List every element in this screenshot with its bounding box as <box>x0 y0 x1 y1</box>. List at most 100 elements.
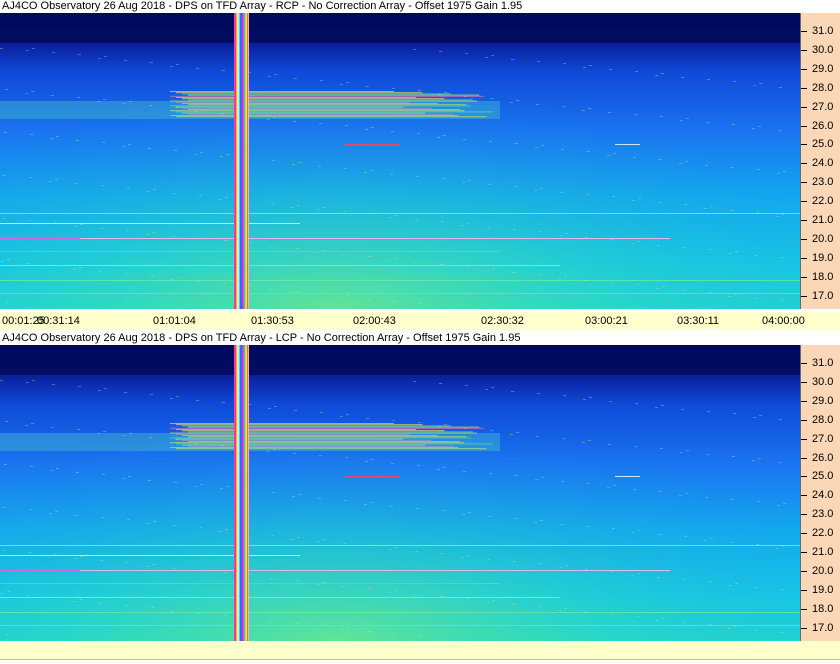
noise-speck <box>756 212 759 213</box>
noise-speck <box>197 613 200 614</box>
noise-speck <box>707 411 710 412</box>
noise-speck <box>344 500 347 501</box>
noise-speck <box>99 603 102 604</box>
noise-speck <box>613 153 616 154</box>
noise-speck <box>682 622 685 623</box>
noise-speck <box>485 389 488 390</box>
noise-speck <box>78 386 81 387</box>
noise-speck <box>609 69 612 70</box>
interference-line <box>0 612 800 613</box>
noise-speck <box>125 273 128 274</box>
noise-speck <box>467 555 470 556</box>
noise-speck <box>74 558 77 559</box>
interference-line <box>615 144 640 145</box>
noise-speck <box>318 498 321 499</box>
noise-speck <box>754 298 757 299</box>
noise-speck <box>463 471 466 472</box>
emission-glow <box>0 13 800 309</box>
noise-speck <box>0 380 3 381</box>
noise-speck <box>492 600 495 601</box>
interference-line <box>0 213 800 214</box>
noise-speck <box>704 540 707 541</box>
noise-speck <box>512 604 515 605</box>
frequency-tick-label: 20.0 <box>812 564 834 577</box>
noise-speck <box>127 187 130 188</box>
noise-speck <box>196 68 199 69</box>
noise-speck <box>732 124 735 125</box>
noise-speck <box>586 194 589 195</box>
noise-speck <box>347 627 350 628</box>
noise-speck <box>102 474 105 475</box>
noise-speck <box>394 258 397 259</box>
noise-speck <box>296 580 299 581</box>
noise-speck <box>201 109 204 110</box>
noise-speck <box>563 395 566 396</box>
noise-speck <box>295 623 298 624</box>
noise-speck <box>658 202 661 203</box>
spectrogram-rcp[interactable] <box>0 13 800 309</box>
noise-speck <box>492 268 495 269</box>
frequency-tick-label: 19.0 <box>812 583 834 596</box>
noise-speck <box>563 63 566 64</box>
noise-speck <box>392 88 395 89</box>
noise-speck <box>274 74 277 75</box>
interference-line <box>0 293 800 294</box>
noise-speck <box>679 495 682 496</box>
noise-speck <box>511 391 514 392</box>
noise-speck <box>342 254 345 255</box>
noise-speck <box>755 587 758 588</box>
time-tick-label: 03:30:11 <box>677 315 720 327</box>
emission-line <box>182 425 451 427</box>
noise-speck <box>413 381 416 382</box>
noise-speck <box>705 165 708 166</box>
emission-line <box>170 427 484 429</box>
noise-speck <box>369 213 372 214</box>
noise-speck <box>153 521 156 522</box>
noise-speck <box>656 288 659 289</box>
noise-speck <box>684 536 687 537</box>
noise-speck <box>656 620 659 621</box>
frequency-tick <box>801 627 807 629</box>
noise-speck <box>1 261 4 262</box>
noise-speck <box>468 180 471 181</box>
frequency-tick <box>801 49 807 51</box>
noise-speck <box>224 240 227 241</box>
noise-speck <box>732 456 735 457</box>
noise-speck <box>364 504 367 505</box>
noise-speck <box>759 83 762 84</box>
interference-line <box>0 265 560 266</box>
noise-speck <box>367 631 370 632</box>
noise-speck <box>438 426 441 427</box>
noise-speck <box>128 476 131 477</box>
panel-title-lcp: AJ4CO Observatory 26 Aug 2018 - DPS on T… <box>0 332 800 345</box>
noise-speck <box>323 539 326 540</box>
noise-speck <box>706 122 709 123</box>
noise-speck <box>366 418 369 419</box>
time-tick-label: 04:00:00 <box>762 315 805 327</box>
noise-speck <box>151 607 154 608</box>
noise-speck <box>777 173 780 174</box>
noise-speck <box>294 410 297 411</box>
noise-speck <box>560 192 563 193</box>
noise-speck <box>4 132 7 133</box>
noise-speck <box>683 247 686 248</box>
noise-speck <box>633 157 636 158</box>
noise-speck <box>558 610 561 611</box>
spectrogram-lcp[interactable] <box>0 345 800 641</box>
noise-speck <box>225 197 228 198</box>
noise-speck <box>585 237 588 238</box>
frequency-tick <box>801 144 807 146</box>
noise-speck <box>516 432 519 433</box>
noise-speck <box>2 550 5 551</box>
noise-speck <box>437 137 440 138</box>
bottom-border <box>0 659 840 660</box>
noise-speck <box>269 289 272 290</box>
noise-speck <box>123 103 126 104</box>
noise-speck <box>635 71 638 72</box>
noise-speck <box>173 193 176 194</box>
noise-speck <box>657 577 660 578</box>
noise-speck <box>389 549 392 550</box>
noise-speck <box>173 525 176 526</box>
noise-speck <box>534 190 537 191</box>
frequency-tick-label: 30.0 <box>812 43 834 56</box>
